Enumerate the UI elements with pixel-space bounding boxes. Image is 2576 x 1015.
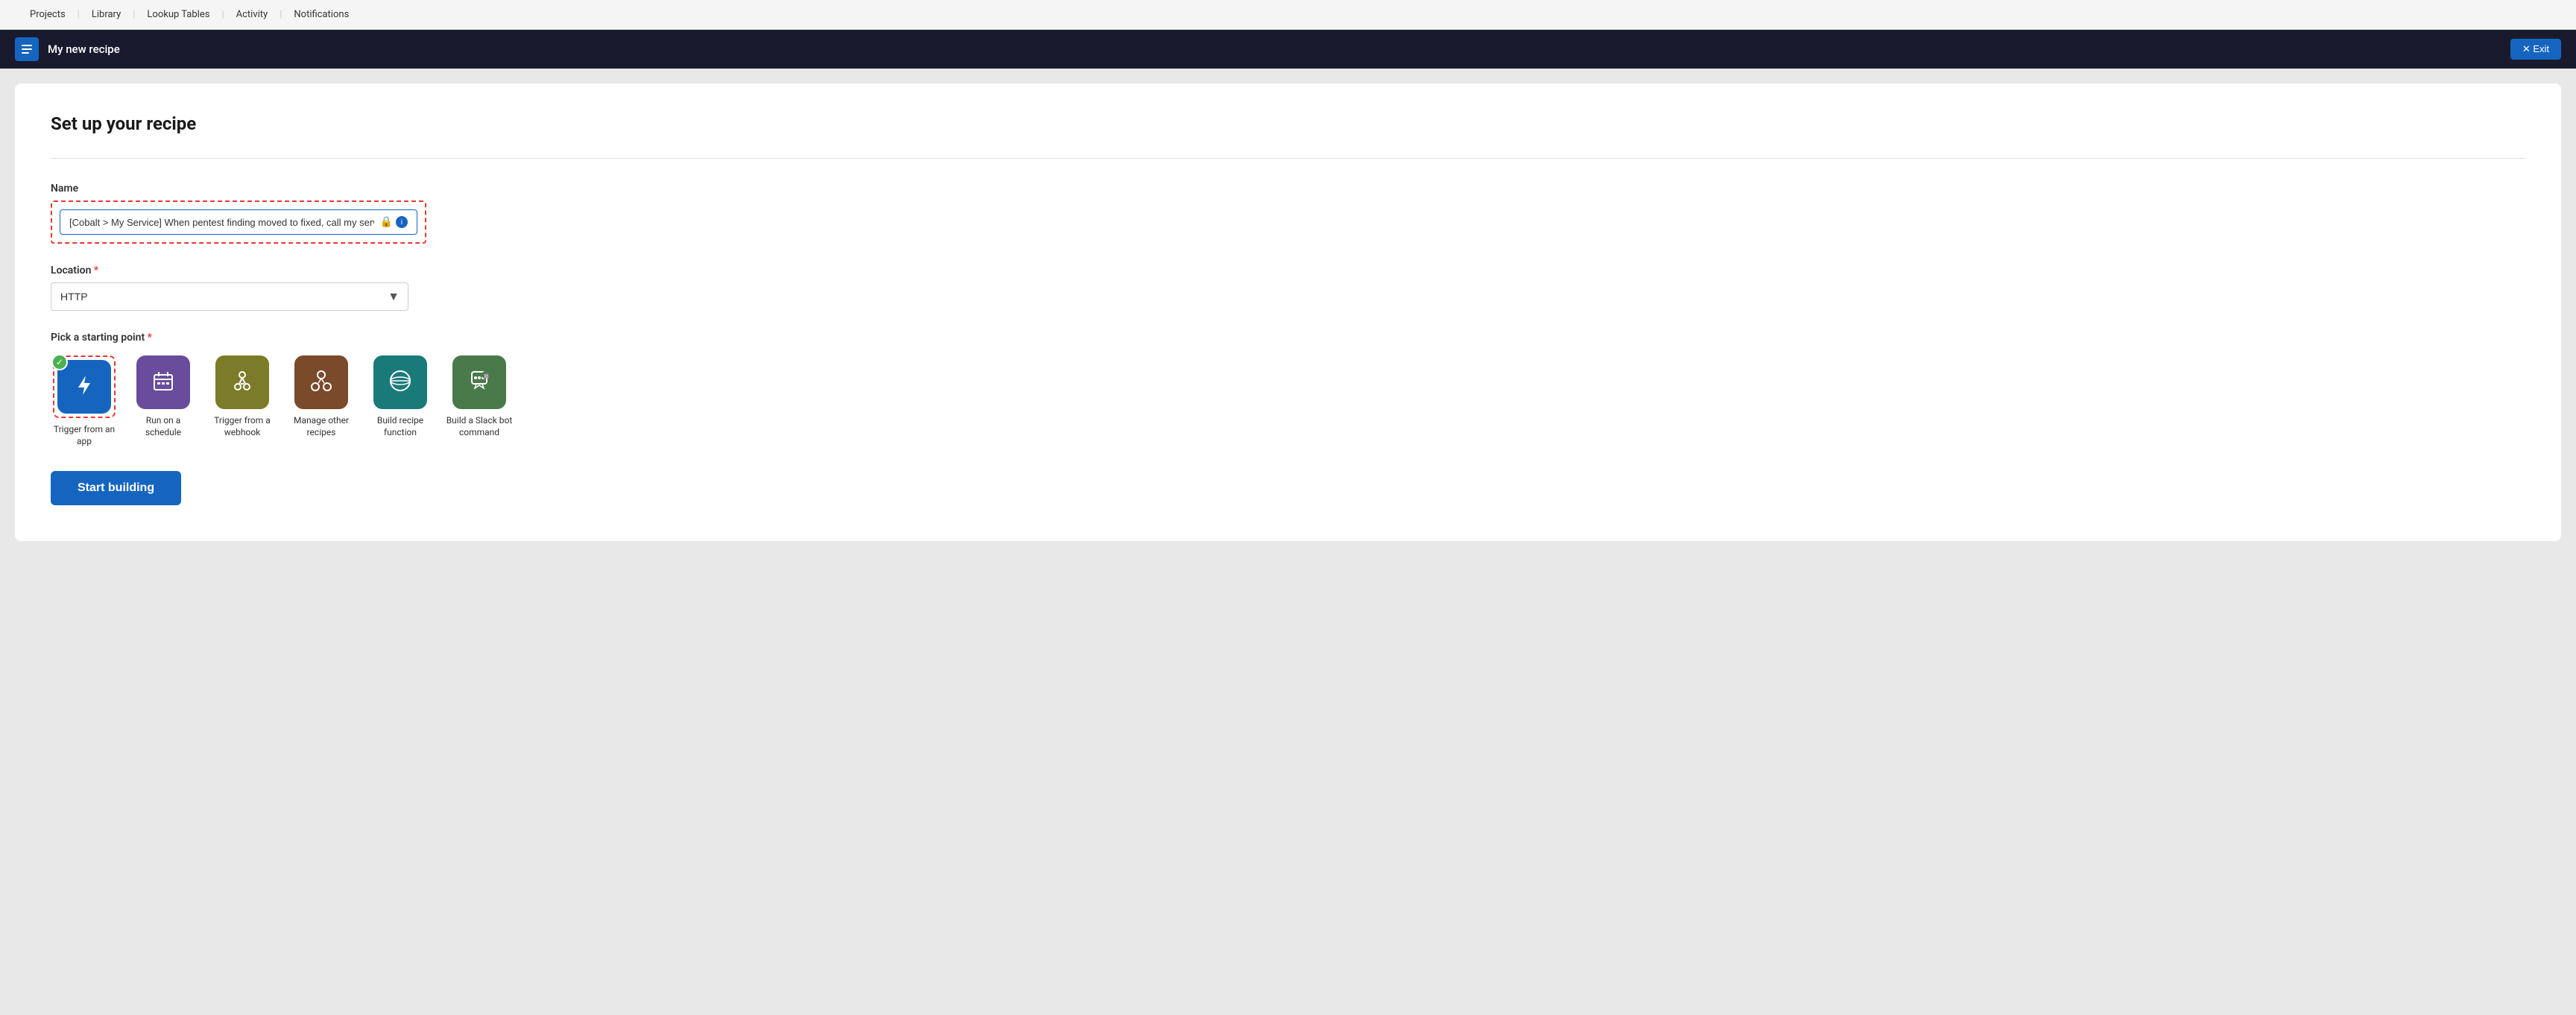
nav-projects[interactable]: Projects <box>18 0 78 29</box>
starting-points-row: ✓ Trigger from an app <box>51 355 2525 447</box>
name-input-wrapper[interactable]: 🔒 i <box>60 209 417 235</box>
recipe-icon <box>15 37 39 61</box>
name-input-icons: 🔒 i <box>380 216 408 228</box>
name-dashed-border: 🔒 i <box>51 200 426 244</box>
manage-recipes-icon-bg <box>294 355 348 409</box>
starting-point-label: Pick a starting point * <box>51 332 2525 344</box>
location-label: Location * <box>51 265 2525 276</box>
name-input[interactable] <box>69 217 374 228</box>
start-building-button[interactable]: Start building <box>51 471 181 505</box>
info-icon: i <box>396 216 408 228</box>
name-section: Name 🔒 i <box>51 183 2525 244</box>
build-function-icon-bg <box>373 355 427 409</box>
trigger-app-icon-bg <box>57 360 111 414</box>
section-divider <box>51 158 2525 159</box>
trigger-app-label: Trigger from an app <box>51 424 118 447</box>
starting-point-slack-bot[interactable]: 🤖 Build a Slack bot command <box>446 355 513 438</box>
schedule-icon <box>150 367 177 397</box>
run-schedule-label: Run on a schedule <box>130 415 197 438</box>
build-function-label: Build recipe function <box>367 415 434 438</box>
starting-point-trigger-webhook[interactable]: Trigger from a webhook <box>209 355 276 438</box>
slack-bot-label: Build a Slack bot command <box>446 415 513 438</box>
webhook-icon <box>229 367 256 397</box>
recipe-title: My new recipe <box>48 42 120 56</box>
starting-point-trigger-app[interactable]: ✓ Trigger from an app <box>51 355 118 447</box>
svg-text:🤖: 🤖 <box>483 372 490 379</box>
header-left: My new recipe <box>15 37 120 61</box>
location-select[interactable]: HTTP Project 1 Project 2 <box>51 282 408 311</box>
nav-lookup-tables[interactable]: Lookup Tables <box>135 0 221 29</box>
header-bar: My new recipe ✕ Exit <box>0 30 2576 69</box>
exit-button[interactable]: ✕ Exit <box>2510 39 2561 60</box>
location-section: Location * HTTP Project 1 Project 2 ▼ <box>51 265 2525 311</box>
run-schedule-icon-bg <box>136 355 190 409</box>
top-nav: Projects | Library | Lookup Tables | Act… <box>0 0 2576 30</box>
starting-point-section: Pick a starting point * ✓ Trigger from a… <box>51 332 2525 447</box>
nav-library[interactable]: Library <box>80 0 133 29</box>
name-label: Name <box>51 183 2525 195</box>
selected-dashed-border: ✓ <box>53 355 116 418</box>
manage-recipes-icon <box>308 367 335 397</box>
lock-icon: 🔒 <box>380 216 393 228</box>
lightning-icon <box>71 371 98 403</box>
location-select-wrapper: HTTP Project 1 Project 2 ▼ <box>51 282 408 311</box>
nav-activity[interactable]: Activity <box>224 0 280 29</box>
trigger-webhook-label: Trigger from a webhook <box>209 415 276 438</box>
main-content: Set up your recipe Name 🔒 i Location * H… <box>15 83 2561 541</box>
page-title: Set up your recipe <box>51 113 2525 134</box>
selected-checkmark: ✓ <box>51 354 68 370</box>
starting-point-run-schedule[interactable]: Run on a schedule <box>130 355 197 438</box>
slack-bot-icon-bg: 🤖 <box>452 355 506 409</box>
starting-point-manage-recipes[interactable]: Manage other recipes <box>288 355 355 438</box>
nav-notifications[interactable]: Notifications <box>282 0 361 29</box>
starting-point-build-function[interactable]: Build recipe function <box>367 355 434 438</box>
manage-recipes-label: Manage other recipes <box>288 415 355 438</box>
trigger-webhook-icon-bg <box>215 355 269 409</box>
slack-bot-icon: 🤖 <box>466 367 493 397</box>
function-icon <box>387 367 414 397</box>
